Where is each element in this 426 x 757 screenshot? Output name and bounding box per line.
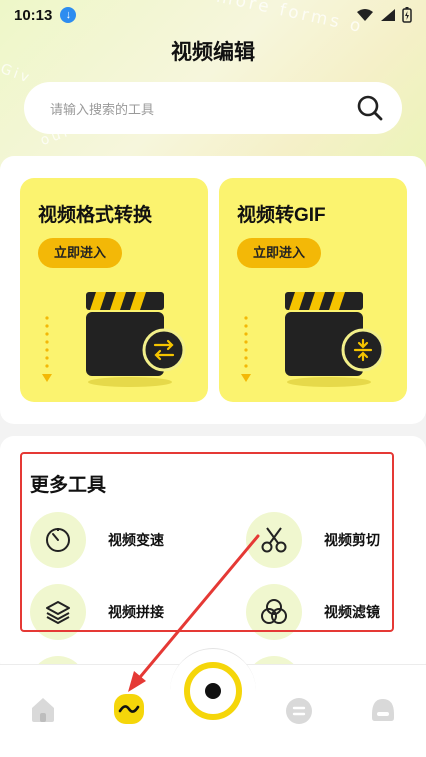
enter-button[interactable]: 立即进入 xyxy=(237,238,321,268)
status-icons xyxy=(356,7,412,23)
status-time: 10:13 xyxy=(14,6,53,24)
annotation-highlight-box xyxy=(20,452,394,632)
feature-card-title: 视频转GIF xyxy=(237,205,326,226)
wifi-icon xyxy=(357,9,373,21)
signal-icon xyxy=(381,9,395,21)
clapperboard-icon xyxy=(86,292,186,387)
record-icon xyxy=(205,683,221,699)
wave-icon[interactable] xyxy=(112,692,146,726)
search-placeholder: 请输入搜索的工具 xyxy=(50,101,155,117)
profile-icon[interactable] xyxy=(368,694,398,724)
status-bar: 10:13 ↓ xyxy=(0,0,426,30)
dotted-arrow-icon xyxy=(42,316,52,382)
search-input[interactable]: 请输入搜索的工具 xyxy=(24,82,402,134)
home-icon[interactable] xyxy=(28,694,58,724)
list-icon[interactable] xyxy=(284,696,314,726)
download-icon: ↓ xyxy=(60,7,77,23)
page-title: 视频编辑 xyxy=(171,41,255,64)
feature-card-format-convert[interactable]: 视频格式转换 立即进入 xyxy=(20,178,208,402)
feature-card-video-gif[interactable]: 视频转GIF 立即进入 xyxy=(219,178,407,402)
feature-card-title: 视频格式转换 xyxy=(38,205,153,226)
clapperboard-icon xyxy=(285,292,385,387)
record-button[interactable] xyxy=(184,662,242,720)
enter-button[interactable]: 立即进入 xyxy=(38,238,122,268)
battery-icon xyxy=(402,7,412,23)
search-icon[interactable] xyxy=(356,94,384,122)
dotted-arrow-icon xyxy=(241,316,251,382)
